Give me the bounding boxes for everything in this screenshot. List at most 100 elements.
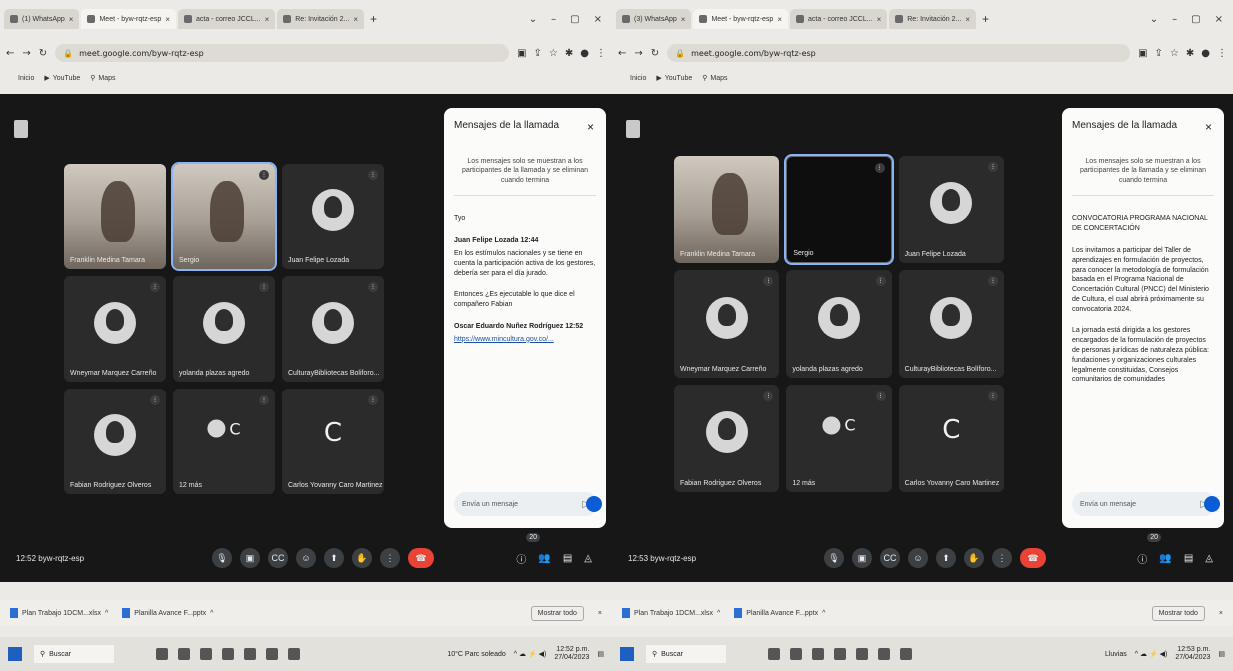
close-icon[interactable]: × [598, 610, 602, 617]
share-icon[interactable]: ⇪ [1155, 48, 1163, 59]
close-icon[interactable]: × [69, 15, 74, 24]
windows-start-icon[interactable] [8, 647, 22, 661]
download-item[interactable]: Plan Trabajo 1DCM...xlsx ^ [10, 608, 108, 618]
participant-tile[interactable]: ⁝ Wneymar Marquez Carreño [674, 270, 780, 378]
assistant-icon[interactable] [1204, 496, 1220, 512]
tab-correo[interactable]: acta - correo JCCL... × [790, 9, 888, 29]
end-call-button[interactable]: ☎ [1020, 548, 1046, 568]
mic-icon[interactable]: 🎙 [824, 548, 844, 568]
word-icon[interactable] [244, 648, 256, 660]
raise-hand-icon[interactable]: ✋ [964, 548, 984, 568]
restore-icon[interactable]: ▢ [1191, 14, 1200, 25]
end-call-button[interactable]: ☎ [408, 548, 434, 568]
explorer-icon[interactable] [812, 648, 824, 660]
new-tab-button[interactable]: + [366, 12, 381, 26]
clock[interactable]: 12:52 p.m. 27/04/2023 [554, 646, 589, 663]
close-icon[interactable]: × [877, 15, 882, 24]
tab-whatsapp[interactable]: (1) WhatsApp × [4, 9, 80, 29]
participant-tile[interactable]: ⁝ yolanda plazas agredo [786, 270, 892, 378]
camera-off-icon[interactable]: ▣ [852, 548, 872, 568]
more-options-icon[interactable]: ⋮ [380, 548, 400, 568]
explorer-icon[interactable] [200, 648, 212, 660]
participant-tile[interactable]: ⁝ CulturayBibliotecas Boliforo... [282, 276, 384, 382]
participant-tile[interactable]: ⁝ Fabian Rodriguez Olveros [674, 384, 780, 492]
bookmark-maps[interactable]: ⚲ Maps [90, 74, 115, 83]
download-item[interactable]: Plan Trabajo 1DCM...xlsx ^ [622, 608, 720, 618]
reload-icon[interactable]: ↻ [651, 48, 659, 59]
close-icon[interactable]: × [777, 15, 782, 24]
app-icon[interactable] [288, 648, 300, 660]
camera-icon[interactable]: ▣ [1138, 48, 1147, 59]
back-icon[interactable]: ← [6, 48, 14, 59]
participant-tile[interactable]: ⁝ CulturayBibliotecas Bolíforo... [898, 270, 1004, 378]
chevron-up-icon[interactable]: ^ [210, 610, 213, 617]
tab-correo[interactable]: acta - correo JCCL... × [178, 9, 276, 29]
raise-hand-icon[interactable]: ✋ [352, 548, 372, 568]
participant-tile[interactable]: ⁝ Juan Felipe Lozada [898, 156, 1004, 264]
present-icon[interactable]: ⬆ [324, 548, 344, 568]
chat-icon[interactable]: ▤ [1184, 553, 1193, 564]
star-icon[interactable]: ☆ [549, 48, 558, 59]
download-item[interactable]: Planilla Avance F...pptx ^ [122, 608, 213, 618]
participant-tile[interactable]: ⁝ Wneymar Marquez Carreño [64, 276, 166, 382]
edge-icon[interactable] [178, 648, 190, 660]
profile-icon[interactable]: ● [580, 48, 589, 59]
camera-icon[interactable]: ▣ [517, 48, 526, 59]
edge-icon[interactable] [790, 648, 802, 660]
close-icon[interactable]: × [1219, 610, 1223, 617]
participant-tile[interactable]: ⁝ Sergio [171, 161, 277, 272]
participant-tile[interactable]: C ⁝ Carlos Yovanny Caro Martinez [898, 384, 1004, 492]
show-all-button[interactable]: Mostrar todo [1151, 605, 1205, 621]
close-icon[interactable]: × [587, 120, 594, 134]
share-icon[interactable]: ⇪ [534, 48, 542, 59]
excel-icon[interactable] [266, 648, 278, 660]
app-icon[interactable] [900, 648, 912, 660]
tab-whatsapp[interactable]: (3) WhatsApp × [616, 9, 692, 29]
excel-icon[interactable] [878, 648, 890, 660]
menu-icon[interactable]: ⋮ [1217, 48, 1227, 59]
chat-link[interactable]: https://www.mincultura.gov.co/... [454, 335, 596, 345]
emoji-icon[interactable]: ☺ [296, 548, 316, 568]
participant-tile[interactable]: C ⁝ Carlos Yovanny Caro Martinez [282, 388, 384, 494]
puzzle-icon[interactable]: ✱ [1186, 48, 1194, 59]
close-icon[interactable]: × [965, 15, 970, 24]
people-icon[interactable]: 👥 [538, 553, 550, 564]
minimize-icon[interactable]: – [1172, 14, 1177, 25]
url-field[interactable]: 🔒 meet.google.com/byw-rqtz-esp [55, 44, 510, 62]
bookmark-inicio[interactable]: Inicio [630, 74, 646, 82]
menu-icon[interactable]: ⋮ [596, 48, 606, 59]
info-icon[interactable]: ⓘ [1137, 551, 1147, 566]
close-icon[interactable]: × [265, 15, 270, 24]
download-item[interactable]: Planilla Avance F...pptx ^ [734, 608, 825, 618]
close-icon[interactable]: × [1205, 120, 1212, 134]
close-icon[interactable]: × [353, 15, 358, 24]
show-all-button[interactable]: Mostrar todo [530, 605, 584, 621]
participant-tile[interactable]: ⁝ Juan Felipe Lozada [282, 164, 384, 270]
close-window-icon[interactable]: × [1215, 14, 1223, 25]
chevron-up-icon[interactable]: ^ [822, 610, 825, 617]
info-icon[interactable]: ⓘ [516, 551, 526, 566]
notifications-icon[interactable]: ▤ [1218, 650, 1225, 658]
people-icon[interactable]: 👥 [1159, 553, 1171, 564]
participant-tile[interactable]: Franklin Medina Tamara [674, 156, 780, 264]
task-view-icon[interactable] [156, 648, 168, 660]
tab-meet[interactable]: Meet - byw-rqtz-esp × [81, 9, 176, 29]
chrome-icon[interactable] [222, 648, 234, 660]
participant-tile[interactable]: Franklin Medina Tamara [64, 164, 166, 270]
taskbar-search[interactable]: ⚲ Buscar [34, 645, 114, 663]
tab-invitacion[interactable]: Re: Invitación 2... × [889, 9, 977, 29]
chevron-up-icon[interactable]: ^ [717, 610, 720, 617]
puzzle-icon[interactable]: ✱ [565, 48, 573, 59]
assistant-icon[interactable] [586, 496, 602, 512]
participant-tile[interactable]: ⁝ Sergio [784, 153, 894, 266]
reload-icon[interactable]: ↻ [39, 48, 47, 59]
tab-meet[interactable]: Meet - byw-rqtz-esp × [693, 9, 788, 29]
minimize-icon[interactable]: – [551, 14, 556, 25]
notifications-icon[interactable]: ▤ [597, 650, 604, 658]
more-options-icon[interactable]: ⋮ [992, 548, 1012, 568]
new-tab-button[interactable]: + [978, 12, 993, 26]
forward-icon[interactable]: → [22, 48, 30, 59]
close-window-icon[interactable]: × [594, 14, 602, 25]
participant-tile[interactable]: C ⁝ 12 más [173, 388, 275, 494]
bookmark-maps[interactable]: ⚲ Maps [702, 74, 727, 83]
